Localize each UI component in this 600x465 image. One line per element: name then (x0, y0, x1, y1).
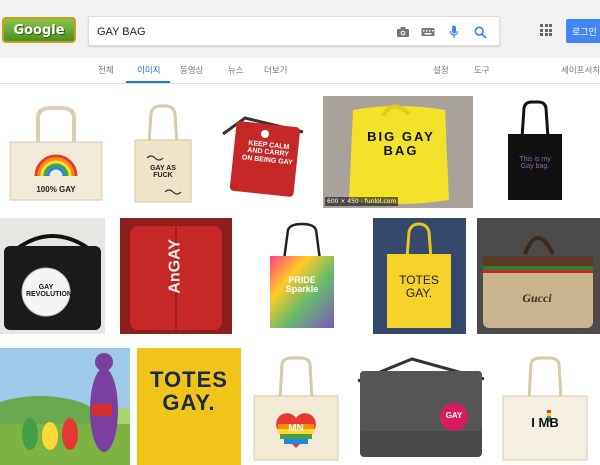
search-box[interactable] (88, 16, 500, 46)
bag-text: PRIDE Sparkle (285, 275, 319, 295)
bag-text: AnGAY (166, 239, 184, 294)
image-result[interactable]: TOTES GAY. (137, 348, 241, 465)
search-tabs: 전체 이미지 동영상 뉴스 더보기 설정 도구 세이프서치 (0, 58, 600, 84)
bag-text: MN (288, 423, 304, 434)
bag-text: GAY REVOLUTION (26, 284, 72, 299)
tab-all[interactable]: 전체 (98, 64, 114, 76)
image-results-grid: 100% GAY GAY AS FUCK KEEP CALM AND CARRY… (0, 86, 600, 465)
keyboard-icon[interactable] (419, 23, 437, 41)
image-result[interactable]: GAY REVOLUTION (0, 218, 105, 334)
settings-link[interactable]: 설정 (433, 64, 449, 76)
login-button[interactable]: 로그인 (566, 19, 600, 43)
bag-text: This is my Gay bag. (519, 156, 551, 171)
image-result[interactable] (0, 348, 130, 465)
bag-text: I MB (531, 415, 559, 430)
image-result[interactable]: PRIDE Sparkle (262, 220, 342, 332)
bag-text: TOTES GAY. (399, 273, 439, 300)
image-result[interactable]: BIG GAY BAG 600 × 450 - funlol.com (323, 96, 473, 208)
tab-images[interactable]: 이미지 (137, 64, 160, 76)
bag-text: BIG GAY BAG (367, 129, 435, 158)
bag-text: Gucci (522, 291, 552, 305)
image-result[interactable]: Gucci (477, 218, 600, 334)
bag-text: GAY AS FUCK (150, 165, 176, 180)
image-result[interactable]: I MB (497, 354, 593, 464)
tab-news[interactable]: 뉴스 (228, 64, 244, 76)
tab-more[interactable]: 더보기 (264, 64, 287, 76)
google-logo[interactable]: Google (2, 17, 76, 43)
search-input[interactable] (97, 22, 387, 42)
bag-text: GAY (445, 411, 463, 420)
active-tab-indicator (126, 81, 170, 83)
image-result[interactable]: KEEP CALM AND CARRY ON BEING GAY (215, 104, 313, 198)
image-result[interactable]: TOTES GAY. (373, 218, 466, 334)
tab-videos[interactable]: 동영상 (180, 64, 203, 76)
safesearch-link[interactable]: 세이프서치 (561, 64, 600, 76)
top-bar: Google 로그인 (0, 0, 600, 58)
image-caption: 600 × 450 - funlol.com (325, 197, 399, 206)
logo-text: Google (13, 22, 65, 38)
image-result[interactable]: This is my Gay bag. (492, 98, 578, 206)
image-result[interactable]: AnGAY (120, 218, 232, 334)
image-result[interactable]: GAY AS FUCK (121, 96, 205, 208)
apps-grid-icon[interactable] (540, 24, 552, 36)
tools-link[interactable]: 도구 (474, 64, 490, 76)
bag-text: TOTES GAY. (150, 367, 228, 416)
image-result[interactable]: MN (248, 354, 344, 464)
microphone-icon[interactable] (445, 23, 463, 41)
image-result[interactable]: GAY (352, 351, 490, 463)
bag-text: 100% GAY (36, 185, 76, 194)
search-icon[interactable] (471, 23, 489, 41)
image-result[interactable]: 100% GAY (0, 96, 113, 208)
camera-icon[interactable] (394, 23, 412, 41)
